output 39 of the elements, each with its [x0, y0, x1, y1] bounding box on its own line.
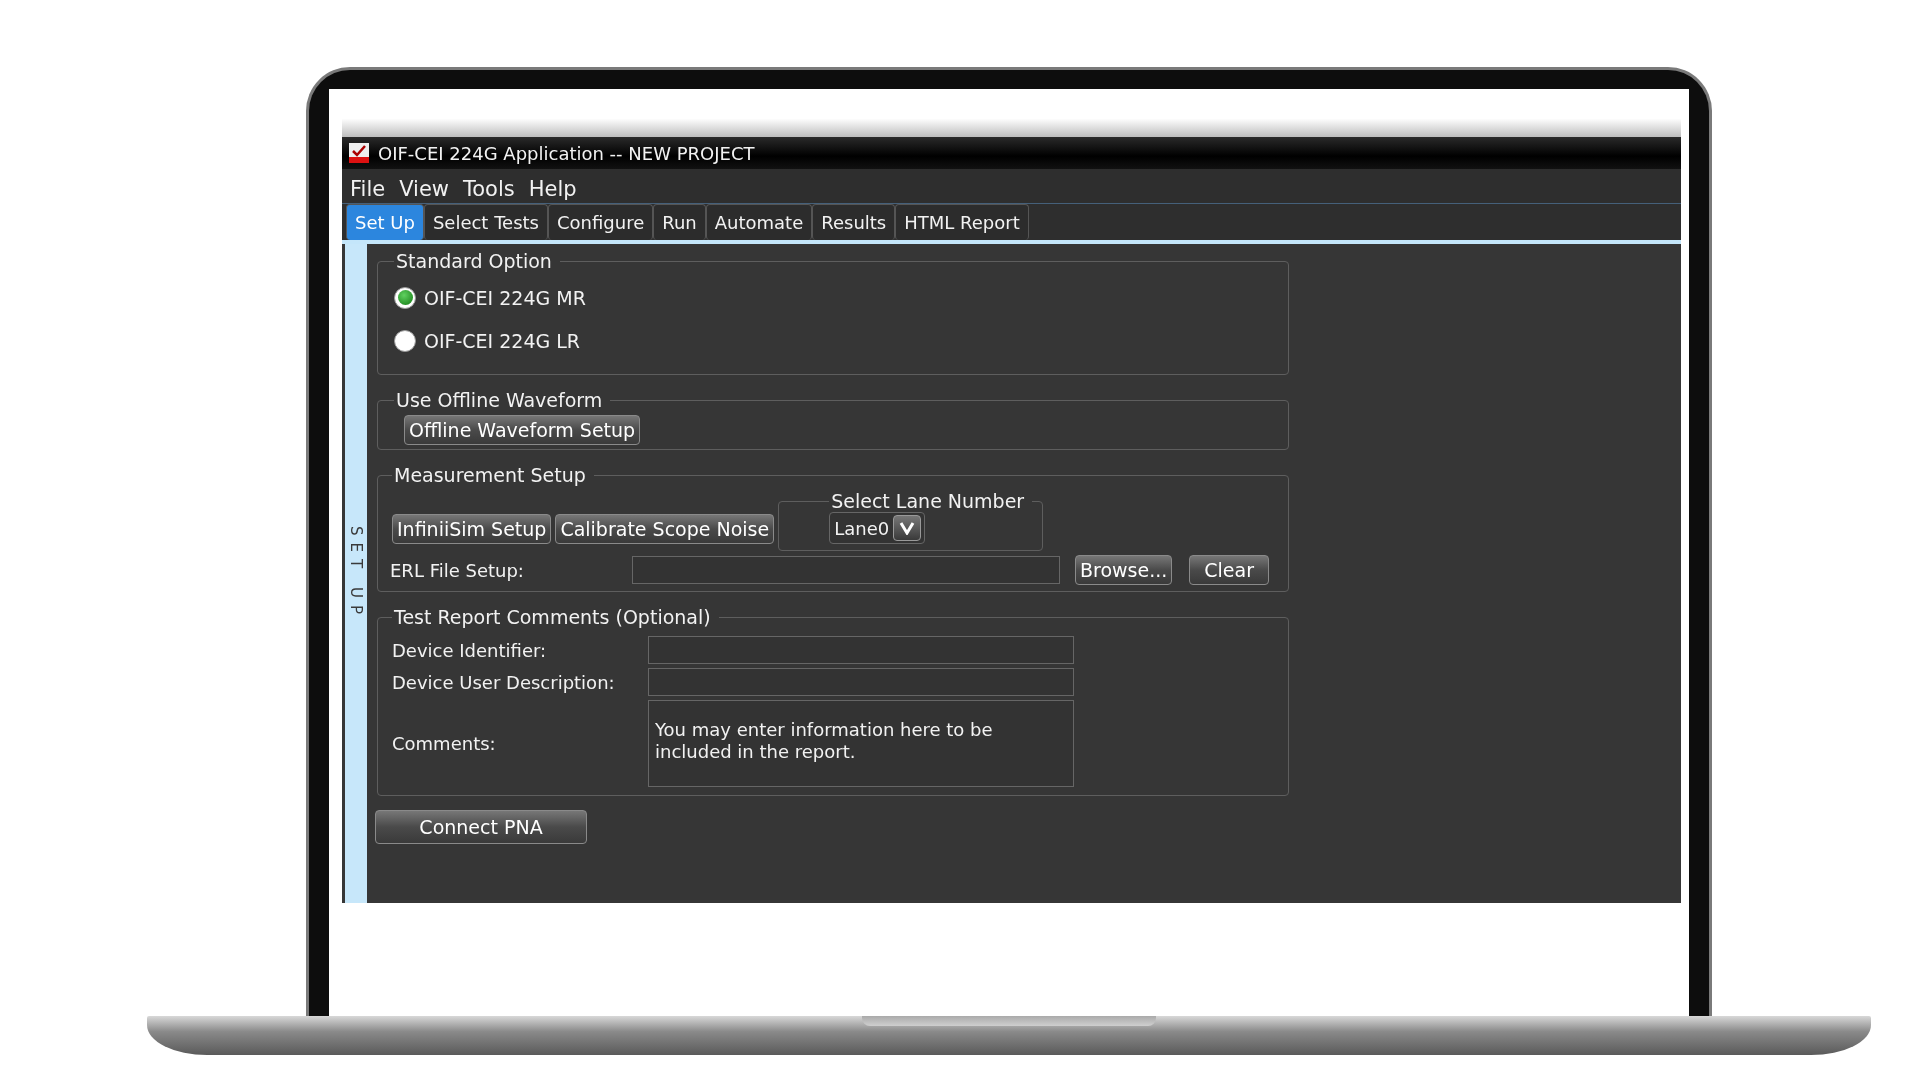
tab[interactable]: HTML Report: [895, 204, 1029, 240]
text-field[interactable]: [648, 636, 1074, 664]
field-label: ERL File Setup:: [390, 559, 525, 581]
erl-file-field[interactable]: [632, 556, 1060, 584]
group-title: Standard Option: [395, 250, 553, 272]
tab[interactable]: Automate: [705, 204, 813, 240]
tab[interactable]: Run: [653, 204, 706, 240]
text-field[interactable]: [648, 668, 1074, 696]
menu-item[interactable]: File: [350, 175, 386, 203]
offline-setup-button[interactable]: Offline Waveform Setup: [404, 415, 641, 445]
app-icon: [348, 142, 370, 164]
tab[interactable]: Set Up: [346, 204, 424, 240]
browse-button[interactable]: Browse...: [1075, 555, 1173, 585]
group-title: Test Report Comments (Optional): [393, 606, 712, 628]
lane-dropdown[interactable]: Lane0: [829, 512, 926, 544]
group-title: Select Lane Number: [830, 490, 1026, 512]
clear-button[interactable]: Clear: [1189, 555, 1269, 585]
tab[interactable]: Results: [812, 204, 896, 240]
group-title: Measurement Setup: [393, 464, 587, 486]
setup-button[interactable]: InfiniiSim Setup: [392, 514, 552, 544]
section-label: SET UP: [347, 526, 365, 621]
window-title: OIF-CEI 224G Application -- NEW PROJECT: [378, 142, 755, 164]
group-title: Use Offline Waveform: [395, 389, 604, 411]
chevron-down-icon: [899, 521, 916, 535]
radio-button[interactable]: [394, 286, 416, 309]
connect-button[interactable]: Connect PNA: [375, 810, 587, 844]
option-label: OIF-CEI 224G LR: [424, 329, 581, 352]
option-label: OIF-CEI 224G MR: [424, 286, 586, 309]
field-label: Device User Description:: [392, 671, 616, 693]
field-label: Comments:: [392, 733, 497, 754]
tab[interactable]: Configure: [547, 204, 654, 240]
menu-item[interactable]: View: [399, 175, 449, 203]
menu-item[interactable]: Tools: [463, 175, 515, 203]
comments-field[interactable]: You may enter information here to be included in the report.: [648, 700, 1074, 787]
setup-button[interactable]: Calibrate Scope Noise: [555, 514, 775, 544]
tab[interactable]: Select Tests: [423, 204, 548, 240]
field-label: Device Identifier:: [392, 639, 548, 661]
radio-button[interactable]: [394, 329, 416, 352]
menu-item[interactable]: Help: [528, 175, 577, 203]
